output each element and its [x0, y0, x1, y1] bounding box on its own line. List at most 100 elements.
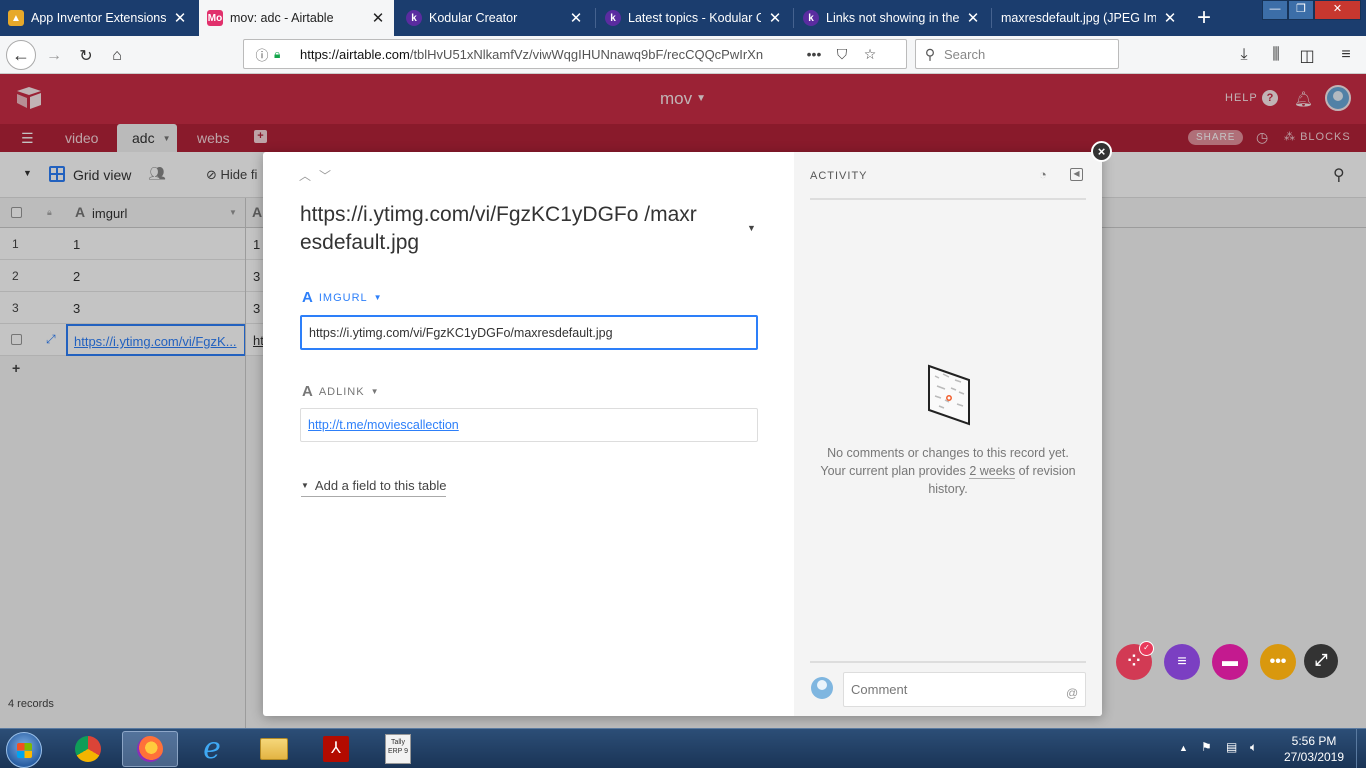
back-button[interactable]: ← — [6, 40, 36, 70]
window-close-button[interactable]: ✕ — [1314, 0, 1361, 20]
tab-separator — [595, 8, 596, 28]
browser-tab-app-inventor[interactable]: ▲ App Inventor Extensions | ✕ — [0, 0, 196, 36]
bookmark-star-icon[interactable]: ☆ — [856, 46, 884, 63]
taskbar-chrome[interactable] — [60, 731, 116, 767]
airtable-mo-icon: Mo — [207, 10, 223, 26]
browser-search-input[interactable] — [944, 46, 1104, 62]
show-desktop-button[interactable] — [1356, 729, 1366, 768]
record-modal: ︿﹀ https://i.ytimg.com/vi/FgzKC1yDGFo /m… — [263, 152, 1102, 716]
browser-tab-strip: ▲ App Inventor Extensions | ✕ Mo mov: ad… — [0, 0, 1366, 36]
tab-separator — [793, 8, 794, 28]
clock-date: 27/03/2019 — [1283, 750, 1345, 764]
activity-title: ACTIVITY — [810, 170, 868, 182]
mention-icon[interactable]: @ — [1066, 686, 1078, 700]
url-bar[interactable]: ⓘ 🔒︎ https://airtable.com/tblHvU51xNlkam… — [243, 39, 907, 69]
revision-history-link[interactable]: 2 weeks — [969, 464, 1016, 479]
sidebar-icon[interactable]: ◫ — [1295, 46, 1319, 66]
more-button[interactable]: ••• — [1260, 644, 1296, 680]
adlink-field[interactable]: http://t.me/moviescallection — [300, 408, 758, 442]
tab-title: Links not showing in the a — [826, 11, 959, 25]
chevron-up-icon[interactable]: ︿ — [299, 169, 319, 183]
rss-feed-icon[interactable]: ◔ — [1039, 167, 1047, 182]
chrome-icon — [75, 736, 101, 762]
close-modal-button[interactable]: × — [1091, 141, 1112, 162]
flag-icon[interactable]: ⚑ — [1201, 740, 1212, 754]
collapse-panel-icon[interactable]: ◀ — [1070, 168, 1083, 181]
info-icon[interactable]: ⓘ — [252, 45, 272, 64]
taskbar-acrobat[interactable]: ⅄ — [308, 731, 364, 767]
home-button[interactable]: ⌂ — [103, 42, 131, 70]
close-icon[interactable]: ✕ — [172, 9, 188, 27]
taskbar-tally-erp[interactable]: Tally ERP 9 — [370, 731, 426, 767]
caret-down-icon: ▼ — [301, 481, 309, 490]
browser-tab-links-not-showing[interactable]: k Links not showing in the a ✕ — [795, 0, 989, 36]
start-button[interactable] — [6, 732, 42, 768]
close-icon[interactable]: ✕ — [1162, 9, 1178, 27]
folder-icon — [260, 738, 288, 760]
comment-input[interactable] — [843, 672, 1086, 707]
tab-title: Latest topics - Kodular Co — [628, 11, 761, 25]
tab-title: mov: adc - Airtable — [230, 11, 334, 25]
forward-button[interactable]: → — [40, 42, 68, 70]
add-field-button[interactable]: ▼ Add a field to this table — [301, 478, 447, 497]
browser-search-box[interactable]: ⚲ — [915, 39, 1119, 69]
divider — [810, 661, 1086, 663]
maximize-button[interactable]: ❐ — [1288, 0, 1314, 20]
imgurl-field[interactable] — [300, 315, 758, 350]
chevron-down-icon[interactable]: ﹀ — [319, 169, 339, 183]
search-icon: ⚲ — [924, 45, 936, 62]
tab-title: App Inventor Extensions | — [31, 11, 166, 25]
tally-label-text: ERP 9 — [387, 748, 409, 755]
browser-tab-kodular-creator[interactable]: k Kodular Creator ✕ — [398, 0, 592, 36]
record-nav-arrows[interactable]: ︿﹀ — [299, 167, 339, 184]
library-icon[interactable]: ⫼ — [1264, 46, 1288, 64]
divider — [810, 198, 1086, 200]
volume-icon[interactable]: 🔈︎ — [1250, 740, 1257, 755]
add-field-label: Add a field to this table — [314, 478, 447, 493]
tray-overflow-icon[interactable]: ▲ — [1179, 743, 1188, 753]
minimize-button[interactable]: — — [1262, 0, 1288, 20]
chevron-down-icon[interactable]: ▼ — [371, 387, 380, 396]
browser-tab-latest-topics[interactable]: k Latest topics - Kodular Co ✕ — [597, 0, 791, 36]
app-inventor-icon: ▲ — [8, 10, 24, 26]
pocket-icon[interactable]: ⛉ — [828, 46, 856, 63]
browser-nav-bar: ← → ↻ ⌂ ⓘ 🔒︎ https://airtable.com/tblHvU… — [0, 36, 1366, 74]
new-tab-button[interactable]: + — [1193, 4, 1215, 32]
expand-icon[interactable]: ⤢ — [1304, 644, 1338, 678]
page-actions-icon[interactable]: ••• — [800, 46, 828, 62]
download-icon[interactable]: ⤓ — [1232, 46, 1256, 64]
tally-brand-text: Tally — [390, 739, 405, 746]
browser-tab-maxresdefault[interactable]: maxresdefault.jpg (JPEG Imag ✕ — [993, 0, 1186, 36]
tab-title: Kodular Creator — [429, 11, 518, 25]
field-label-imgurl[interactable]: A IMGURL ▼ — [302, 289, 383, 306]
taskbar-file-explorer[interactable] — [246, 731, 302, 767]
hamburger-menu-icon[interactable]: ≡ — [1334, 46, 1358, 64]
check-badge-icon: ✓ — [1139, 641, 1154, 656]
field-label-adlink[interactable]: A ADLINK ▼ — [302, 383, 380, 400]
chat-button[interactable]: ▬ — [1212, 644, 1248, 680]
firefox-icon — [137, 736, 163, 762]
activity-empty-message: No comments or changes to this record ye… — [818, 444, 1078, 498]
close-icon[interactable]: ✕ — [767, 9, 783, 27]
internet-explorer-icon: e — [203, 731, 221, 766]
close-icon[interactable]: ✕ — [965, 9, 981, 27]
clock-time: 5:56 PM — [1291, 734, 1337, 748]
avatar — [811, 677, 833, 699]
network-icon[interactable]: ▤ — [1226, 740, 1237, 754]
system-clock[interactable]: 5:56 PM 27/03/2019 — [1276, 733, 1352, 765]
chevron-down-icon[interactable]: ▼ — [747, 223, 756, 233]
list-button[interactable]: ≡ — [1164, 644, 1200, 680]
adlink-value-link[interactable]: http://t.me/moviescallection — [308, 418, 459, 432]
close-icon[interactable]: ✕ — [370, 9, 386, 27]
url-text[interactable]: https://airtable.com/tblHvU51xNlkamfVz/v… — [300, 47, 800, 62]
acrobat-icon: ⅄ — [323, 736, 349, 762]
tab-title: maxresdefault.jpg (JPEG Imag — [1001, 11, 1156, 25]
kodular-icon: k — [605, 10, 621, 26]
kodular-icon: k — [803, 10, 819, 26]
chevron-down-icon[interactable]: ▼ — [374, 293, 383, 302]
browser-tab-airtable[interactable]: Mo mov: adc - Airtable ✕ — [199, 0, 394, 36]
taskbar-internet-explorer[interactable]: e — [184, 731, 240, 767]
reload-button[interactable]: ↻ — [72, 42, 100, 70]
taskbar-firefox[interactable] — [122, 731, 178, 767]
close-icon[interactable]: ✕ — [568, 9, 584, 27]
